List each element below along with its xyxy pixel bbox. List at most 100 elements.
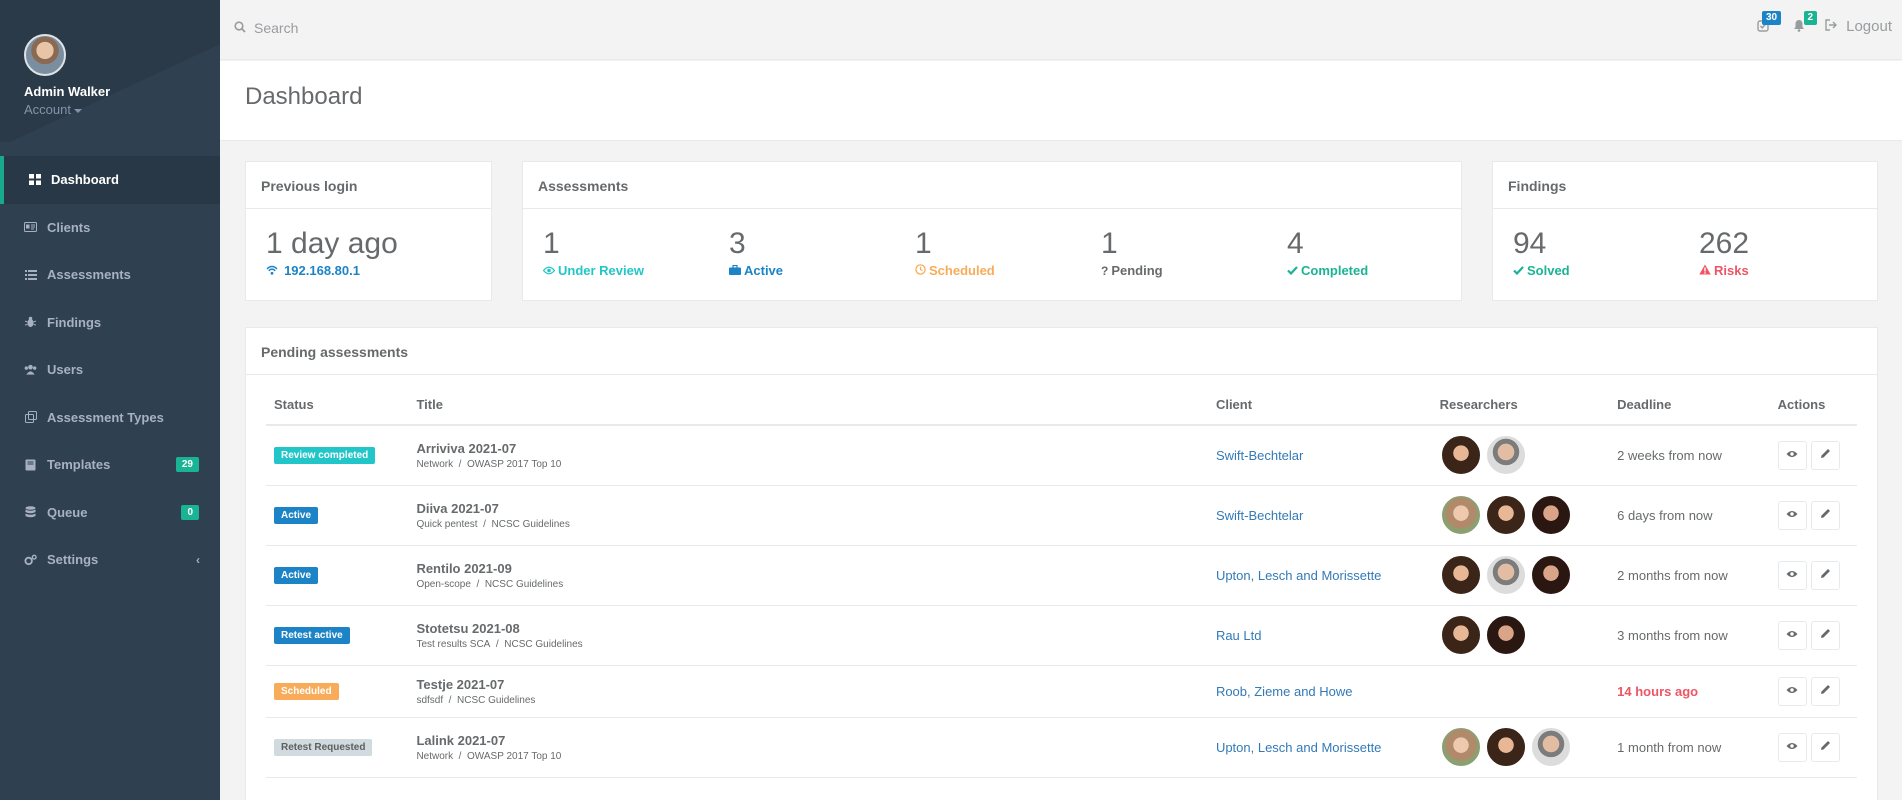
researcher-avatar[interactable]: [1439, 434, 1482, 477]
client-link[interactable]: Swift-Bechtelar: [1216, 448, 1303, 463]
top-right-controls: 30 2 Logout: [1745, 10, 1892, 35]
check-icon: [1513, 266, 1524, 278]
researcher-avatar[interactable]: [1484, 434, 1527, 477]
pending-assessments-panel: Pending assessments Status Title Client Res…: [245, 327, 1878, 800]
researchers-cell: [1431, 485, 1610, 546]
pencil-icon: [1820, 740, 1831, 754]
previous-login-panel: Previous login 1 day ago 192.168.80.1: [245, 161, 492, 301]
assessment-title[interactable]: Testje 2021-07: [416, 677, 1208, 692]
assessment-type: Network: [416, 458, 454, 470]
researcher-avatar[interactable]: [1439, 494, 1482, 536]
profile-section: Admin Walker Account: [0, 0, 220, 142]
view-button[interactable]: [1777, 620, 1807, 650]
researcher-avatar[interactable]: [1484, 726, 1527, 768]
edit-button[interactable]: [1810, 560, 1840, 590]
client-cell: Rau Ltd: [1207, 605, 1432, 666]
assessment-title[interactable]: Rentilo 2021-09: [416, 561, 1208, 576]
column-header-client[interactable]: Client: [1207, 385, 1432, 426]
sidebar-item-assessments[interactable]: Assessments: [0, 251, 220, 299]
view-button[interactable]: [1777, 676, 1807, 706]
sidebar-item-settings[interactable]: Settings ‹: [0, 536, 220, 584]
table-row[interactable]: Retest active Stotetsu 2021-08 Test resu…: [266, 605, 1857, 666]
table-row[interactable]: Scheduled Testje 2021-07 sdfsdf / NCSC G…: [266, 665, 1857, 718]
sidebar-item-label: Users: [47, 362, 84, 378]
researcher-avatar[interactable]: [1529, 726, 1572, 768]
sidebar-item-queue[interactable]: Queue 0: [0, 489, 220, 537]
edit-button[interactable]: [1810, 500, 1840, 530]
assessment-title[interactable]: Lalink 2021-07: [416, 733, 1208, 748]
researcher-avatar[interactable]: [1529, 494, 1572, 536]
user-avatar[interactable]: [24, 34, 66, 76]
researcher-avatar[interactable]: [1439, 614, 1482, 656]
researchers-cell: [1431, 717, 1610, 778]
view-button[interactable]: [1777, 440, 1807, 470]
column-header-title[interactable]: Title: [408, 385, 1208, 426]
sidebar-item-label: Assessment Types: [47, 409, 164, 425]
table-row[interactable]: Active Rentilo 2021-09 Open-scope / NCSC…: [266, 545, 1857, 606]
sidebar-item-label: Clients: [47, 219, 91, 235]
sidebar-nav: Dashboard Clients Assessments Findings Users…: [0, 156, 220, 584]
actions-cell: [1769, 425, 1857, 486]
researcher-avatar[interactable]: [1439, 554, 1482, 596]
column-header-actions[interactable]: Actions: [1769, 385, 1857, 426]
sidebar-item-users[interactable]: Users: [0, 346, 220, 394]
status-badge: Retest active: [274, 627, 350, 644]
client-link[interactable]: Upton, Lesch and Morissette: [1216, 568, 1381, 583]
assessment-standard: OWASP 2017 Top 10: [467, 458, 562, 470]
title-cell: Diiva 2021-07 Quick pentest / NCSC Guide…: [408, 485, 1208, 546]
notifications-badge: 2: [1803, 10, 1818, 25]
assessment-type: sdfsdf: [416, 694, 444, 706]
table-row[interactable]: Review completed Arriviva 2021-07 Networ…: [266, 425, 1857, 486]
sidebar: Admin Walker Account Dashboard Clients Ass…: [0, 0, 220, 800]
panel-title: Assessments: [523, 162, 1461, 209]
sidebar-item-clients[interactable]: Clients: [0, 204, 220, 252]
view-button[interactable]: [1777, 500, 1807, 530]
search-input[interactable]: [254, 20, 554, 36]
edit-button[interactable]: [1810, 732, 1840, 762]
assessment-title[interactable]: Diiva 2021-07: [416, 501, 1208, 516]
status-badge: Active: [274, 507, 319, 524]
notifications-button[interactable]: 2: [1781, 10, 1818, 35]
logout-link[interactable]: Logout: [1825, 18, 1892, 35]
stat-value: 3: [729, 227, 746, 260]
column-header-researchers[interactable]: Researchers: [1431, 385, 1610, 426]
sidebar-item-findings[interactable]: Findings: [0, 299, 220, 347]
researcher-avatar[interactable]: [1484, 494, 1527, 536]
view-button[interactable]: [1777, 732, 1807, 762]
table-row[interactable]: Active Diiva 2021-07 Quick pentest / NCS…: [266, 485, 1857, 546]
researcher-avatar[interactable]: [1484, 554, 1527, 596]
edit-button[interactable]: [1810, 620, 1840, 650]
question-icon: ?: [1101, 264, 1109, 278]
sidebar-item-templates[interactable]: Templates 29: [0, 441, 220, 489]
client-link[interactable]: Upton, Lesch and Morissette: [1216, 740, 1381, 755]
client-link[interactable]: Rau Ltd: [1216, 628, 1262, 643]
column-header-status[interactable]: Status: [266, 385, 409, 426]
column-header-deadline[interactable]: Deadline: [1609, 385, 1770, 426]
sidebar-item-dashboard[interactable]: Dashboard: [0, 156, 220, 204]
sidebar-item-label: Dashboard: [51, 172, 119, 188]
stat-label-row: Completed: [1287, 263, 1473, 278]
researcher-avatar[interactable]: [1484, 614, 1527, 656]
sign-out-icon: [1825, 19, 1838, 34]
researcher-avatar[interactable]: [1529, 554, 1572, 596]
edit-button[interactable]: [1810, 440, 1840, 470]
wifi-icon: [266, 265, 281, 278]
researcher-avatar[interactable]: [1439, 726, 1482, 768]
eye-icon: [1786, 569, 1798, 581]
page-title: Dashboard: [245, 83, 363, 110]
account-dropdown[interactable]: Account: [24, 102, 220, 117]
sidebar-item-assessment-types[interactable]: Assessment Types: [0, 394, 220, 442]
title-cell: Stotetsu 2021-08 Test results SCA / NCSC…: [408, 605, 1208, 666]
assessment-title[interactable]: Arriviva 2021-07: [416, 441, 1208, 456]
edit-button[interactable]: [1810, 676, 1840, 706]
assessment-standard: NCSC Guidelines: [491, 518, 570, 530]
client-link[interactable]: Roob, Zieme and Howe: [1216, 684, 1353, 699]
view-button[interactable]: [1777, 560, 1807, 590]
researchers-cell: [1431, 425, 1610, 486]
client-link[interactable]: Swift-Bechtelar: [1216, 508, 1303, 523]
assessment-title[interactable]: Stotetsu 2021-08: [416, 621, 1208, 636]
tasks-button[interactable]: 30: [1745, 10, 1782, 35]
sidebar-item-label: Settings: [47, 552, 99, 568]
table-row[interactable]: Retest Requested Lalink 2021-07 Network …: [266, 717, 1857, 778]
status-cell: Active: [266, 485, 409, 546]
